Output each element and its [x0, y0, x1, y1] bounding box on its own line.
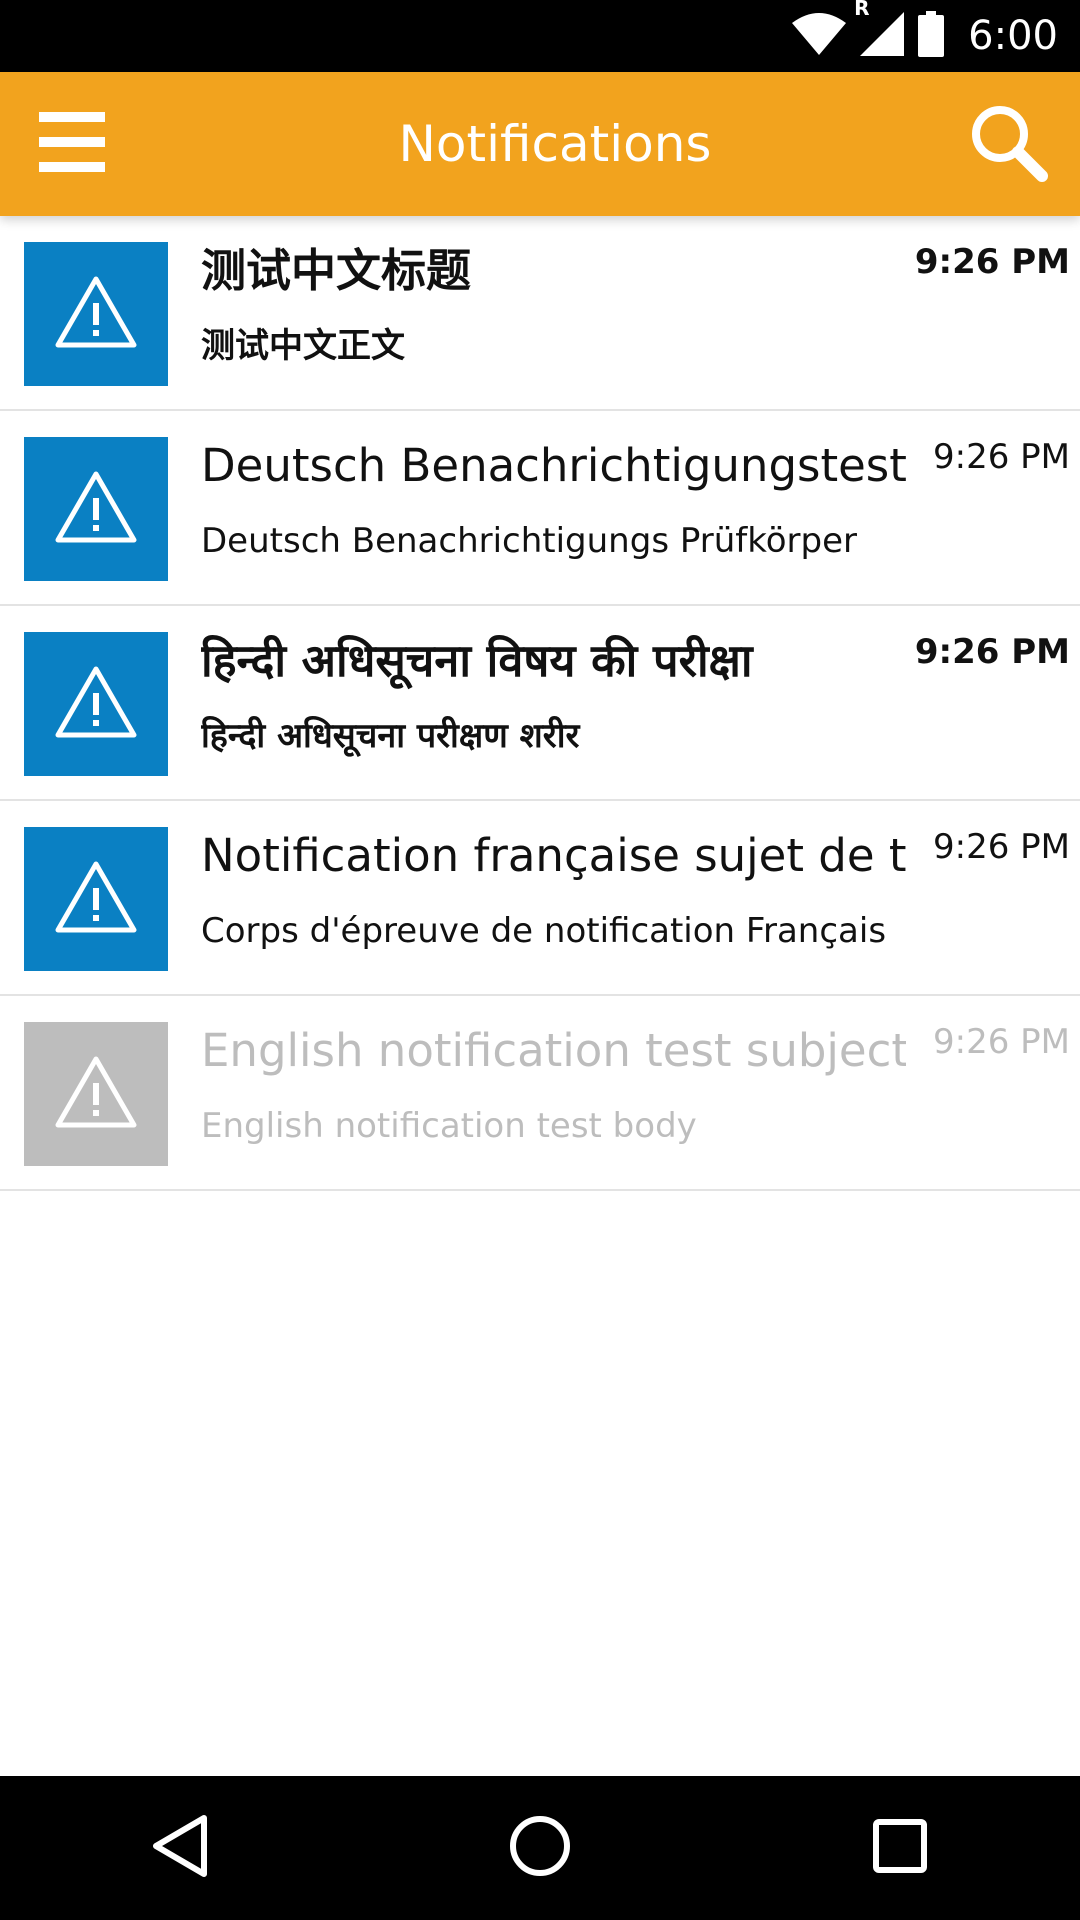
notification-subject: हिन्दी अधिसूचना विषय की परीक्षा [201, 634, 753, 687]
notification-time: 9:26 PM [933, 437, 1070, 477]
notification-item[interactable]: 测试中文标题 测试中文正文 9:26 PM [0, 216, 1080, 411]
notification-thumbnail [24, 242, 168, 386]
back-button[interactable] [120, 1788, 240, 1908]
notification-subject: Deutsch Benachrichtigungstest… [201, 439, 906, 492]
notification-time: 9:26 PM [933, 1022, 1070, 1062]
search-icon [968, 102, 1048, 186]
notification-item[interactable]: Deutsch Benachrichtigungstest… Deutsch B… [0, 411, 1080, 606]
warning-icon [54, 470, 138, 548]
notification-subject: English notification test subject [201, 1024, 906, 1077]
notification-item[interactable]: English notification test subject Englis… [0, 996, 1080, 1191]
notification-body: हिन्दी अधिसूचना परीक्षण शरीर [201, 716, 580, 756]
warning-icon [54, 275, 138, 353]
status-bar: R 6:00 [0, 0, 1080, 72]
home-icon [508, 1814, 572, 1882]
notification-time: 9:26 PM [933, 827, 1070, 867]
home-button[interactable] [480, 1788, 600, 1908]
notification-time: 9:26 PM [914, 632, 1070, 672]
notification-item[interactable]: Notification française sujet de test Cor… [0, 801, 1080, 996]
navigation-bar [0, 1776, 1080, 1920]
notification-thumbnail [24, 827, 168, 971]
notification-thumbnail [24, 1022, 168, 1166]
notification-item[interactable]: हिन्दी अधिसूचना विषय की परीक्षा हिन्दी अ… [0, 606, 1080, 801]
status-icons: R 6:00 [792, 0, 1058, 72]
notification-thumbnail [24, 437, 168, 581]
notification-body: Corps d'épreuve de notification Français [201, 911, 887, 951]
warning-icon [54, 665, 138, 743]
notification-body: Deutsch Benachrichtigungs Prüfkörper [201, 521, 857, 561]
signal-icon: R [854, 0, 905, 60]
notification-time: 9:26 PM [914, 242, 1070, 282]
page-title: Notifications [398, 115, 712, 173]
battery-icon [918, 11, 945, 61]
notification-list: 测试中文标题 测试中文正文 9:26 PM Deutsch Benachrich… [0, 216, 1080, 1191]
warning-icon [54, 1055, 138, 1133]
notification-body: 测试中文正文 [201, 326, 405, 366]
recents-icon [872, 1818, 928, 1878]
notification-thumbnail [24, 632, 168, 776]
warning-icon [54, 860, 138, 938]
notification-subject: 测试中文标题 [201, 244, 472, 297]
recents-button[interactable] [840, 1788, 960, 1908]
roaming-indicator: R [854, 0, 870, 20]
notification-body: English notification test body [201, 1106, 697, 1146]
status-time: 6:00 [968, 13, 1058, 59]
app-bar: Notifications [0, 72, 1080, 216]
back-icon [150, 1814, 210, 1882]
search-button[interactable] [960, 96, 1056, 192]
notification-subject: Notification française sujet de test [201, 829, 906, 882]
wifi-icon [792, 13, 847, 59]
